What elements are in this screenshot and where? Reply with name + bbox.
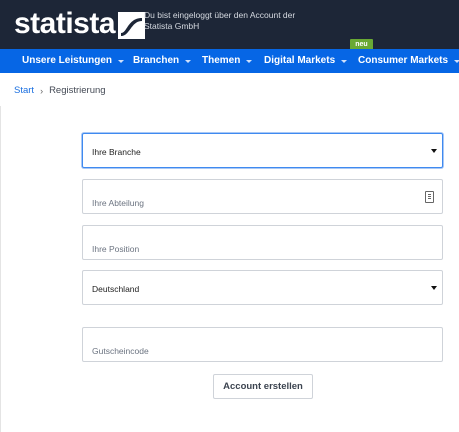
- nav-item-label: Digital Markets: [264, 55, 336, 66]
- nav-item-digital-markets[interactable]: Digital Markets: [264, 49, 348, 73]
- breadcrumb-separator: ›: [40, 85, 44, 96]
- nav-item-unsere-leistungen[interactable]: Unsere Leistungen: [22, 49, 125, 73]
- id-card-icon[interactable]: [425, 191, 434, 203]
- nav-item-consumer-markets[interactable]: Consumer Markets: [358, 49, 459, 73]
- top-header: statista Du bist eingeloggt über den Acc…: [0, 0, 459, 49]
- login-info: Du bist eingeloggt über den Account der …: [144, 10, 296, 31]
- branche-value: Ihre Branche: [92, 147, 141, 157]
- chevron-down-icon: [341, 59, 348, 63]
- breadcrumb-current: Registrierung: [49, 85, 106, 96]
- dropdown-arrow-icon: [431, 149, 437, 153]
- statista-logo[interactable]: statista: [14, 6, 146, 42]
- chevron-down-icon: [118, 59, 125, 63]
- position-field[interactable]: Ihre Position: [82, 225, 443, 260]
- position-placeholder: Ihre Position: [92, 244, 140, 254]
- chevron-down-icon: [246, 59, 253, 63]
- page-divider: [0, 106, 1, 432]
- land-select[interactable]: Deutschland: [82, 270, 443, 305]
- chevron-down-icon: [454, 59, 459, 63]
- nav-item-label: Unsere Leistungen: [22, 55, 113, 66]
- statista-logo-mark-icon: [118, 11, 146, 39]
- gutschein-field[interactable]: Gutscheincode: [82, 327, 443, 362]
- nav-item-themen[interactable]: Themen: [202, 49, 253, 73]
- abteilung-placeholder: Ihre Abteilung: [92, 198, 144, 208]
- abteilung-field[interactable]: Ihre Abteilung: [82, 179, 443, 214]
- breadcrumb-home-link[interactable]: Start: [14, 85, 34, 96]
- gutschein-placeholder: Gutscheincode: [92, 346, 149, 356]
- land-value: Deutschland: [92, 284, 140, 294]
- account-erstellen-button[interactable]: Account erstellen: [213, 374, 313, 399]
- nav-item-branchen[interactable]: Branchen: [133, 49, 192, 73]
- chevron-down-icon: [185, 59, 192, 63]
- nav-item-label: Themen: [202, 55, 241, 66]
- nav-item-label: Branchen: [133, 55, 180, 66]
- branche-select[interactable]: Ihre Branche: [82, 133, 443, 168]
- nav-item-label: Consumer Markets: [358, 55, 449, 66]
- breadcrumb: Start › Registrierung: [14, 85, 106, 96]
- logo-text: statista: [14, 7, 116, 40]
- dropdown-arrow-icon: [431, 286, 437, 290]
- main-nav: Unsere Leistungen Branchen Themen Digita…: [0, 49, 459, 73]
